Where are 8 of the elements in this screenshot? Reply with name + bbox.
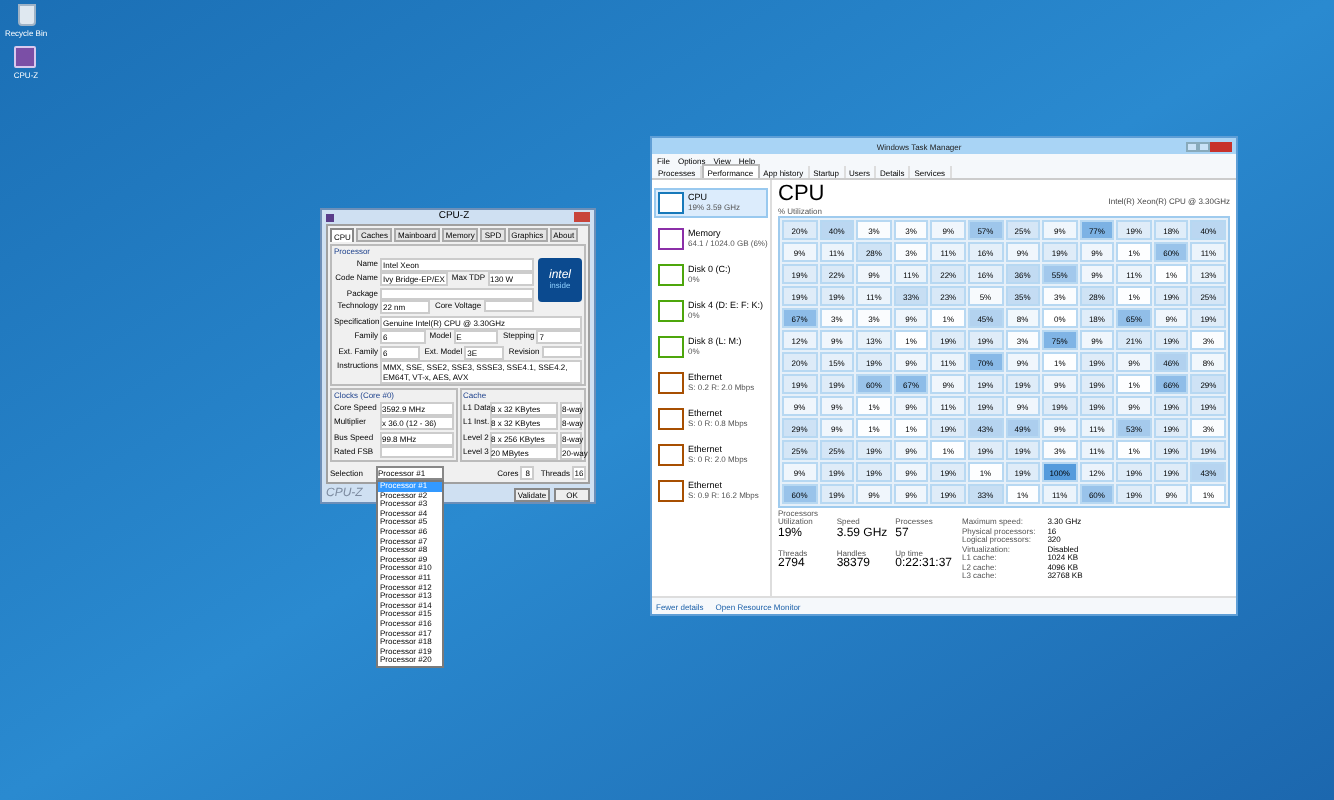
- close-button[interactable]: [1210, 141, 1233, 151]
- bin-icon[interactable]: [17, 4, 35, 26]
- field-value: [380, 446, 453, 458]
- maximize-button[interactable]: [1198, 141, 1211, 151]
- section-heading: CPU: [778, 184, 825, 206]
- field-value: [541, 345, 582, 357]
- application-icon[interactable]: [14, 46, 37, 68]
- app-icon: [326, 213, 334, 221]
